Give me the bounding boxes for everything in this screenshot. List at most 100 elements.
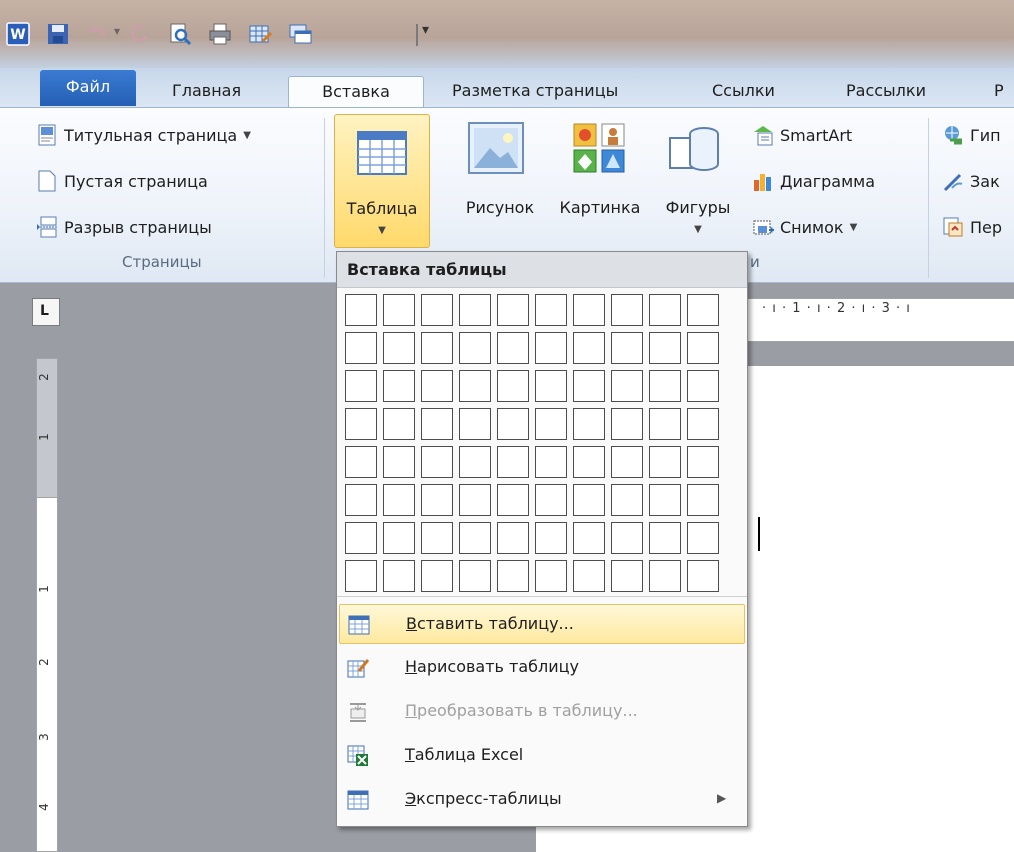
grid-cell[interactable] [535,408,567,440]
tab-home[interactable]: Главная [172,76,241,108]
grid-cell[interactable] [383,370,415,402]
grid-cell[interactable] [649,294,681,326]
grid-cell[interactable] [687,484,719,516]
grid-cell[interactable] [383,446,415,478]
tab-mailings[interactable]: Рассылки [846,76,926,108]
grid-cell[interactable] [383,560,415,592]
grid-cell[interactable] [687,294,719,326]
grid-cell[interactable] [611,560,643,592]
menu-excel-table[interactable]: Таблица Excel [339,736,745,776]
print-icon[interactable] [208,22,232,46]
grid-cell[interactable] [497,484,529,516]
screenshot-button[interactable]: Снимок ▼ [752,212,857,242]
tab-insert[interactable]: Вставка [288,76,424,108]
undo-icon[interactable] [86,22,110,46]
grid-cell[interactable] [383,522,415,554]
grid-cell[interactable] [497,446,529,478]
grid-cell[interactable] [687,446,719,478]
grid-cell[interactable] [497,522,529,554]
word-app-icon[interactable]: W [6,22,30,46]
shapes-button[interactable]: Фигуры ▼ [656,114,740,244]
grid-cell[interactable] [345,408,377,440]
grid-cell[interactable] [535,522,567,554]
grid-cell[interactable] [649,446,681,478]
grid-cell[interactable] [649,484,681,516]
grid-cell[interactable] [421,560,453,592]
blank-page-button[interactable]: Пустая страница [36,166,208,196]
smartart-button[interactable]: SmartArt [752,120,852,150]
hyperlink-button[interactable]: Гип [942,120,1001,150]
grid-cell[interactable] [649,370,681,402]
grid-cell[interactable] [611,522,643,554]
grid-cell[interactable] [611,370,643,402]
grid-cell[interactable] [345,332,377,364]
grid-cell[interactable] [535,560,567,592]
grid-cell[interactable] [421,522,453,554]
grid-cell[interactable] [573,484,605,516]
grid-cell[interactable] [687,408,719,440]
crossref-button[interactable]: Пер [942,212,1002,242]
grid-cell[interactable] [649,560,681,592]
grid-cell[interactable] [345,370,377,402]
grid-cell[interactable] [649,408,681,440]
picture-button[interactable]: Рисунок [450,114,550,244]
table-button[interactable]: Таблица ▼ [334,114,430,248]
grid-cell[interactable] [421,446,453,478]
grid-cell[interactable] [535,294,567,326]
grid-cell[interactable] [383,332,415,364]
tab-file[interactable]: Файл [40,70,136,106]
grid-cell[interactable] [611,446,643,478]
menu-insert-table[interactable]: Вставить таблицу... [339,604,745,644]
table-draw-icon[interactable] [248,22,272,46]
grid-cell[interactable] [497,294,529,326]
grid-cell[interactable] [459,560,491,592]
customize-qat-icon[interactable]: ▾ [422,22,429,38]
grid-cell[interactable] [649,332,681,364]
grid-cell[interactable] [573,446,605,478]
grid-cell[interactable] [535,446,567,478]
grid-cell[interactable] [459,484,491,516]
grid-cell[interactable] [345,294,377,326]
grid-cell[interactable] [573,370,605,402]
grid-cell[interactable] [421,294,453,326]
grid-cell[interactable] [611,332,643,364]
grid-cell[interactable] [459,370,491,402]
menu-quick-tables[interactable]: Экспресс-таблицы ▶ [339,780,745,820]
grid-cell[interactable] [459,332,491,364]
tab-review[interactable]: Р [994,76,1004,108]
grid-cell[interactable] [497,370,529,402]
grid-cell[interactable] [687,522,719,554]
grid-cell[interactable] [573,408,605,440]
save-icon[interactable] [46,22,70,46]
grid-cell[interactable] [459,408,491,440]
grid-cell[interactable] [345,446,377,478]
cover-page-button[interactable]: Титульная страница ▼ [36,120,251,150]
grid-cell[interactable] [421,408,453,440]
grid-cell[interactable] [497,332,529,364]
grid-cell[interactable] [459,294,491,326]
tab-references[interactable]: Ссылки [712,76,775,108]
grid-cell[interactable] [535,370,567,402]
grid-cell[interactable] [535,484,567,516]
grid-cell[interactable] [421,332,453,364]
clipart-button[interactable]: Картинка [548,114,652,244]
grid-cell[interactable] [383,294,415,326]
grid-cell[interactable] [611,484,643,516]
chart-button[interactable]: Диаграмма [752,166,875,196]
page-break-button[interactable]: Разрыв страницы [36,212,212,242]
undo-dropdown-icon[interactable]: ▾ [114,24,120,38]
grid-cell[interactable] [421,370,453,402]
grid-cell[interactable] [345,484,377,516]
grid-cell[interactable] [687,332,719,364]
grid-cell[interactable] [383,484,415,516]
grid-cell[interactable] [687,370,719,402]
grid-cell[interactable] [573,522,605,554]
grid-cell[interactable] [345,560,377,592]
grid-cell[interactable] [573,332,605,364]
print-preview-icon[interactable] [168,22,192,46]
grid-cell[interactable] [497,408,529,440]
grid-cell[interactable] [345,522,377,554]
grid-cell[interactable] [535,332,567,364]
horizontal-ruler[interactable]: · ı · 1 · ı · 2 · ı · 3 · ı [744,298,1014,342]
grid-cell[interactable] [611,408,643,440]
